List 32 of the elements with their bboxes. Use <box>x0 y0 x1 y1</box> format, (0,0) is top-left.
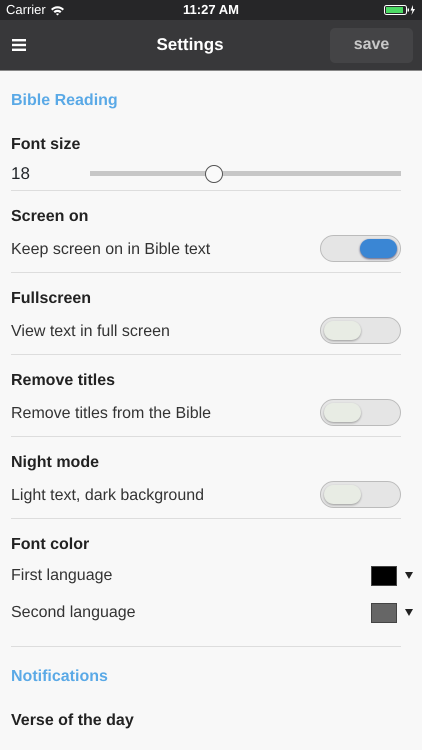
setting-title: Font size <box>11 135 82 155</box>
setting-description: Keep screen on in Bible text <box>11 240 210 260</box>
setting-title: Fullscreen <box>11 289 92 309</box>
toggle-switch[interactable] <box>320 317 401 344</box>
color-label: Second language <box>11 602 136 622</box>
color-picker[interactable] <box>371 602 413 622</box>
slider-value: 18 <box>11 163 31 185</box>
setting-title: Night mode <box>11 453 100 473</box>
color-picker[interactable] <box>371 566 413 586</box>
setting-description: View text in full screen <box>11 322 170 342</box>
wifi-icon <box>50 4 65 16</box>
setting-description: Light text, dark background <box>11 486 204 506</box>
color-label: First language <box>11 566 112 586</box>
section-header: Bible Reading <box>11 91 119 111</box>
setting-title: Screen on <box>11 207 90 227</box>
setting-title: Remove titles <box>11 371 116 391</box>
page-title: Settings <box>156 34 224 56</box>
save-button[interactable]: save <box>330 28 413 62</box>
caret-icon[interactable] <box>405 572 413 579</box>
section-header: Notifications <box>11 667 109 687</box>
status-time: 11:27 AM <box>183 1 239 20</box>
toggle-switch[interactable] <box>320 399 401 426</box>
slider-thumb[interactable] <box>205 164 224 183</box>
setting-title: Font color <box>11 535 90 555</box>
carrier-name: Carrier <box>6 1 46 20</box>
toggle-switch[interactable] <box>320 481 401 508</box>
setting-title: Verse of the day <box>11 711 135 731</box>
toggle-switch[interactable] <box>320 235 401 262</box>
setting-description: Remove titles from the Bible <box>11 404 212 424</box>
caret-icon[interactable] <box>405 609 413 616</box>
menu-icon[interactable] <box>12 39 26 51</box>
battery-icon <box>384 4 416 16</box>
